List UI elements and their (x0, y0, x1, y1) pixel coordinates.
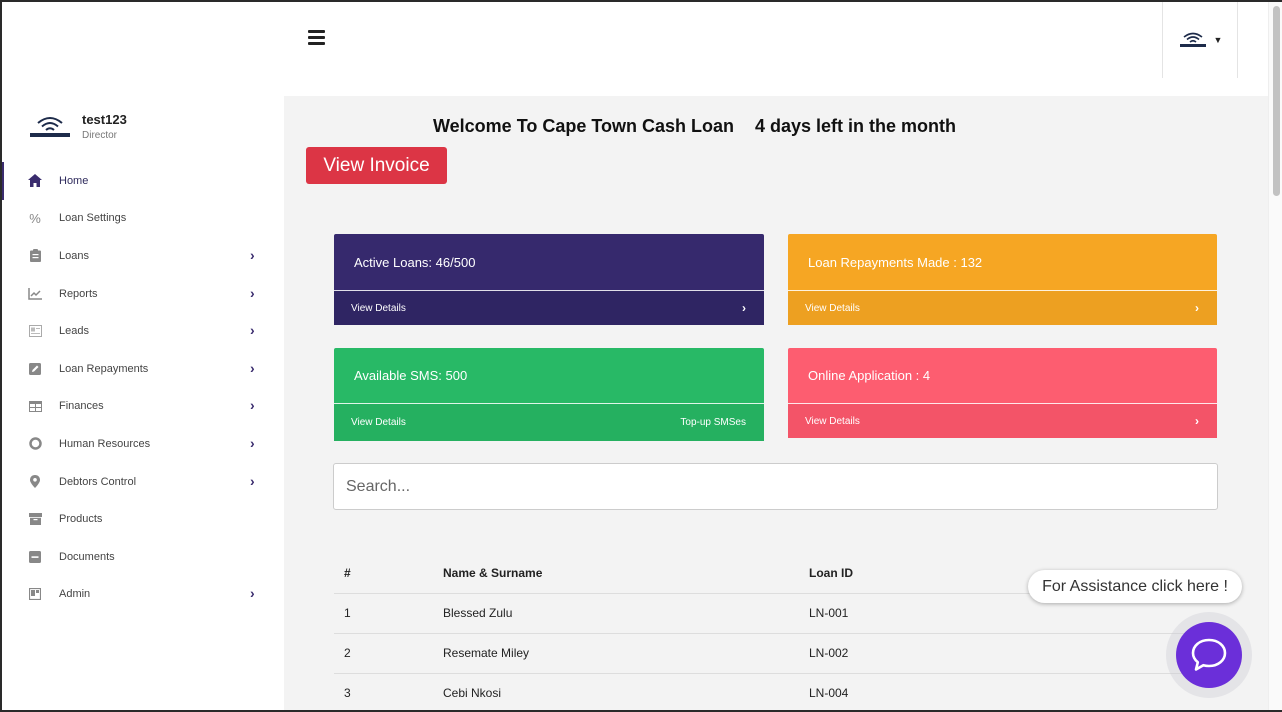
circle-icon (28, 437, 42, 451)
chevron-right-icon: › (1195, 414, 1199, 428)
location-pin-icon (28, 475, 42, 489)
sidebar-item-label: Products (59, 513, 103, 526)
company-logo-icon (30, 116, 70, 137)
view-details-link[interactable]: View Details (351, 417, 406, 428)
top-up-sms-link[interactable]: Top-up SMSes (680, 417, 746, 428)
chevron-right-icon: › (1195, 301, 1199, 315)
welcome-heading: Welcome To Cape Town Cash Loan (433, 116, 735, 136)
chat-bubble-icon (1191, 638, 1227, 671)
percent-icon: % (29, 210, 41, 226)
sidebar-item-label: Loans (59, 249, 89, 262)
available-sms-card: Available SMS: 500 View Details Top-up S… (334, 348, 764, 441)
sidebar-item-label: Documents (59, 550, 115, 563)
active-loans-card: Active Loans: 46/500 View Details › (334, 234, 764, 325)
sidebar-item-label: Loan Repayments (59, 362, 149, 375)
days-left-heading: 4 days left in the month (755, 116, 957, 136)
card-footer[interactable]: View Details › (788, 404, 1217, 438)
chevron-right-icon: › (742, 301, 746, 315)
sidebar-item-label: Admin (59, 588, 91, 601)
assistance-button[interactable]: For Assistance click here ! (1028, 570, 1242, 603)
card-footer[interactable]: View Details › (788, 291, 1217, 325)
sidebar-item-reports[interactable]: Reports › (0, 275, 284, 313)
clipboard-icon (28, 249, 42, 263)
user-menu[interactable]: ▼ (1162, 2, 1238, 78)
sidebar-item-label: Loan Settings (59, 212, 127, 225)
column-header[interactable]: # (334, 553, 443, 594)
page-scrollbar[interactable] (1268, 0, 1282, 712)
sidebar-item-label: Debtors Control (59, 475, 137, 488)
chevron-right-icon: › (250, 284, 255, 301)
box-icon (28, 512, 42, 526)
sidebar-item-leads[interactable]: Leads › (0, 312, 284, 350)
table-cell: Cebi Nkosi (443, 673, 809, 712)
chart-icon (28, 287, 42, 301)
table-row[interactable]: 3 Cebi Nkosi LN-004 (334, 673, 1218, 712)
chevron-right-icon: › (250, 585, 255, 602)
chat-button[interactable] (1176, 622, 1242, 688)
chevron-down-icon: ▼ (1213, 35, 1223, 45)
profile-name: test123 (82, 112, 127, 127)
sidebar-item-loan-repayments[interactable]: Loan Repayments › (0, 350, 284, 388)
chevron-right-icon: › (250, 472, 255, 489)
card-footer: View Details Top-up SMSes (334, 404, 764, 441)
sidebar-item-label: Reports (59, 287, 98, 300)
chevron-right-icon: › (250, 435, 255, 452)
minus-square-icon (28, 550, 42, 564)
sidebar-nav: Home % Loan Settings Loans › Reports › L… (0, 162, 284, 613)
table-cell: 1 (334, 593, 443, 634)
sidebar-item-label: Leads (59, 325, 89, 338)
table-row[interactable]: 2 Resemate Miley LN-002 (334, 633, 1218, 674)
card-title: Available SMS: 500 (334, 348, 764, 404)
table-cell: 3 (334, 673, 443, 712)
chevron-right-icon: › (250, 247, 255, 264)
sidebar-item-label: Finances (59, 400, 104, 413)
chevron-right-icon: › (250, 322, 255, 339)
sidebar-item-products[interactable]: Products (0, 500, 284, 538)
table-cell: Resemate Miley (443, 633, 809, 674)
card-title: Active Loans: 46/500 (334, 234, 764, 291)
table-cell: 2 (334, 633, 443, 674)
scrollbar-thumb[interactable] (1273, 6, 1280, 196)
search-input[interactable] (333, 463, 1218, 510)
sidebar-item-home[interactable]: Home (0, 162, 284, 200)
sidebar-item-label: Human Resources (59, 437, 151, 450)
sidebar: test123 Director Home % Loan Settings Lo… (0, 96, 284, 712)
loan-repayments-card: Loan Repayments Made : 132 View Details … (788, 234, 1217, 325)
home-icon (28, 174, 42, 188)
sidebar-item-label: Home (59, 174, 89, 187)
sidebar-item-loan-settings[interactable]: % Loan Settings (0, 200, 284, 238)
card-title: Online Application : 4 (788, 348, 1217, 404)
view-details-link[interactable]: View Details (805, 303, 860, 314)
hamburger-icon[interactable] (308, 30, 328, 50)
view-invoice-button[interactable]: View Invoice (306, 147, 447, 184)
table-cell: LN-002 (809, 633, 1218, 674)
sidebar-item-loans[interactable]: Loans › (0, 237, 284, 275)
top-header: ▼ (0, 0, 1268, 96)
wifi-logo-icon (1179, 32, 1206, 47)
chevron-right-icon: › (250, 397, 255, 414)
profile-role: Director (82, 130, 118, 141)
table-cell: LN-004 (809, 673, 1218, 712)
main-content: Welcome To Cape Town Cash Loan 4 days le… (284, 96, 1268, 712)
table-cell: Blessed Zulu (443, 593, 809, 634)
sidebar-item-admin[interactable]: Admin › (0, 576, 284, 614)
table-icon (28, 399, 42, 413)
sidebar-item-finances[interactable]: Finances › (0, 388, 284, 426)
lead-card-icon (28, 324, 42, 338)
online-application-card: Online Application : 4 View Details › (788, 348, 1217, 438)
chevron-right-icon: › (250, 359, 255, 376)
sidebar-item-documents[interactable]: Documents (0, 538, 284, 576)
view-details-link[interactable]: View Details (351, 303, 406, 314)
edit-icon (28, 362, 42, 376)
card-footer[interactable]: View Details › (334, 291, 764, 325)
view-details-link[interactable]: View Details (805, 416, 860, 427)
user-profile: test123 Director (28, 112, 127, 141)
admin-panel-icon (28, 587, 42, 601)
sidebar-item-human-resources[interactable]: Human Resources › (0, 425, 284, 463)
card-title: Loan Repayments Made : 132 (788, 234, 1217, 291)
sidebar-item-debtors-control[interactable]: Debtors Control › (0, 463, 284, 501)
column-header[interactable]: Name & Surname (443, 553, 809, 594)
